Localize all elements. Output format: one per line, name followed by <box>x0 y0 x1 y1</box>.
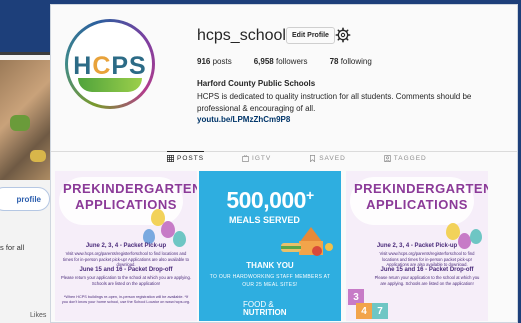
prek-title: PREKINDERGARTEN APPLICATIONS <box>63 181 197 212</box>
profile-tabs: POSTS IGTV SAVED TAGGED <box>167 151 427 162</box>
instagram-profile-window: HCPS hcps_schools Edit Profile 916 posts… <box>50 4 518 323</box>
posts-stat: 916 posts <box>197 57 232 66</box>
meals-count: 500,000+ <box>226 187 314 213</box>
prek-title: PREKINDERGARTEN APPLICATIONS <box>354 181 488 212</box>
background-text: s for all <box>0 243 25 252</box>
food-nutrition-logo: FOOD & NUTRITION <box>243 300 287 317</box>
thank-you-body: TO OUR HARDWORKING STAFF MEMBERS AT OUR … <box>209 274 331 288</box>
bookmark-icon <box>310 155 316 162</box>
background-photo <box>0 60 54 180</box>
followers-stat[interactable]: 6,958 followers <box>254 57 308 66</box>
toy-block: 7 <box>372 303 388 319</box>
thank-you-heading: THANK YOU <box>246 261 294 270</box>
prek-pickup-body: Visit www.hcps.org/parents/registerforsc… <box>379 251 475 267</box>
profile-full-name: Harford County Public Schools <box>197 79 316 88</box>
tab-posts[interactable]: POSTS <box>167 151 205 162</box>
prek-pickup-heading: June 2, 3, 4 - Packet Pick-up <box>85 243 167 249</box>
tagged-icon <box>383 155 391 162</box>
lunch-illustration <box>281 227 333 256</box>
prek-pickup-body: Visit www.hcps.org/parents/registerforsc… <box>63 251 189 267</box>
tab-igtv[interactable]: IGTV <box>242 155 271 162</box>
background-likes-text: Likes <box>30 312 47 319</box>
prek-note: *When HCPS buildings re-open, in-person … <box>61 295 191 304</box>
tab-tagged[interactable]: TAGGED <box>383 155 427 162</box>
gear-icon[interactable] <box>335 27 351 43</box>
following-stat[interactable]: 78 following <box>330 57 372 66</box>
hcps-logo: HCPS <box>73 52 147 80</box>
prek-dropoff-body: Please return your application to the sc… <box>374 275 480 286</box>
prek-dropoff-heading: June 15 and 16 - Packet Drop-off <box>79 267 173 273</box>
prek-dropoff-heading: June 15 and 16 - Packet Drop-off <box>380 267 474 273</box>
tabs-divider <box>51 151 517 152</box>
avatar[interactable]: HCPS <box>65 19 155 109</box>
post-meals-served[interactable]: 500,000+ MEALS SERVED THANK YOU TO OUR H… <box>199 171 341 321</box>
profile-stats: 916 posts 6,958 followers 78 following <box>197 57 372 66</box>
edit-profile-button[interactable]: Edit Profile <box>286 27 335 44</box>
tab-saved[interactable]: SAVED <box>309 155 346 162</box>
prek-pickup-heading: June 2, 3, 4 - Packet Pick-up <box>376 243 458 249</box>
post-prek-applications-2[interactable]: PREKINDERGARTEN APPLICATIONS June 2, 3, … <box>346 171 488 321</box>
profile-link[interactable]: youtu.be/LPMzZhCm9P8 <box>197 115 290 124</box>
grid-icon <box>167 155 174 162</box>
logo-swoosh <box>78 78 142 92</box>
igtv-icon <box>242 155 250 162</box>
post-prek-applications[interactable]: PREKINDERGARTEN APPLICATIONS June 2, 3, … <box>55 171 197 321</box>
prek-dropoff-body: Please return your application to the sc… <box>61 275 191 286</box>
profile-username: hcps_schools <box>197 27 294 44</box>
background-profile-button: profile <box>0 187 50 211</box>
toy-block: 4 <box>356 303 372 319</box>
profile-bio: HCPS is dedicated to quality instruction… <box>197 92 472 113</box>
